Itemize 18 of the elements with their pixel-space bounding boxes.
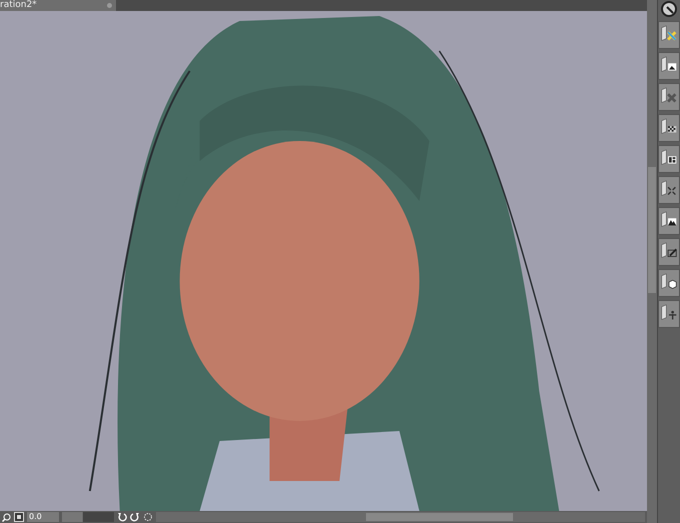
fit-window-icon[interactable] [14, 512, 24, 522]
material-folder-button[interactable] [658, 300, 680, 328]
reset-rotation-icon[interactable] [143, 512, 153, 522]
material-folder-button[interactable] [658, 238, 680, 266]
material-folder-button[interactable] [658, 207, 680, 235]
material-folder-button[interactable] [658, 269, 680, 297]
material-folder-button[interactable] [658, 52, 680, 80]
document-tab[interactable]: ration2* [0, 0, 116, 11]
vertical-scrollbar[interactable] [647, 0, 657, 523]
rotate-left-icon[interactable] [117, 512, 127, 522]
zoom-icon[interactable] [2, 512, 11, 522]
rotate-right-icon[interactable] [130, 512, 140, 522]
material-folder-button[interactable] [658, 176, 680, 204]
material-folder-button[interactable] [658, 114, 680, 142]
material-folder-button[interactable] [658, 145, 680, 173]
rotation-slider[interactable] [62, 512, 114, 522]
horizontal-scrollbar[interactable] [156, 512, 646, 522]
rotation-field[interactable]: 0.0 [27, 512, 59, 522]
